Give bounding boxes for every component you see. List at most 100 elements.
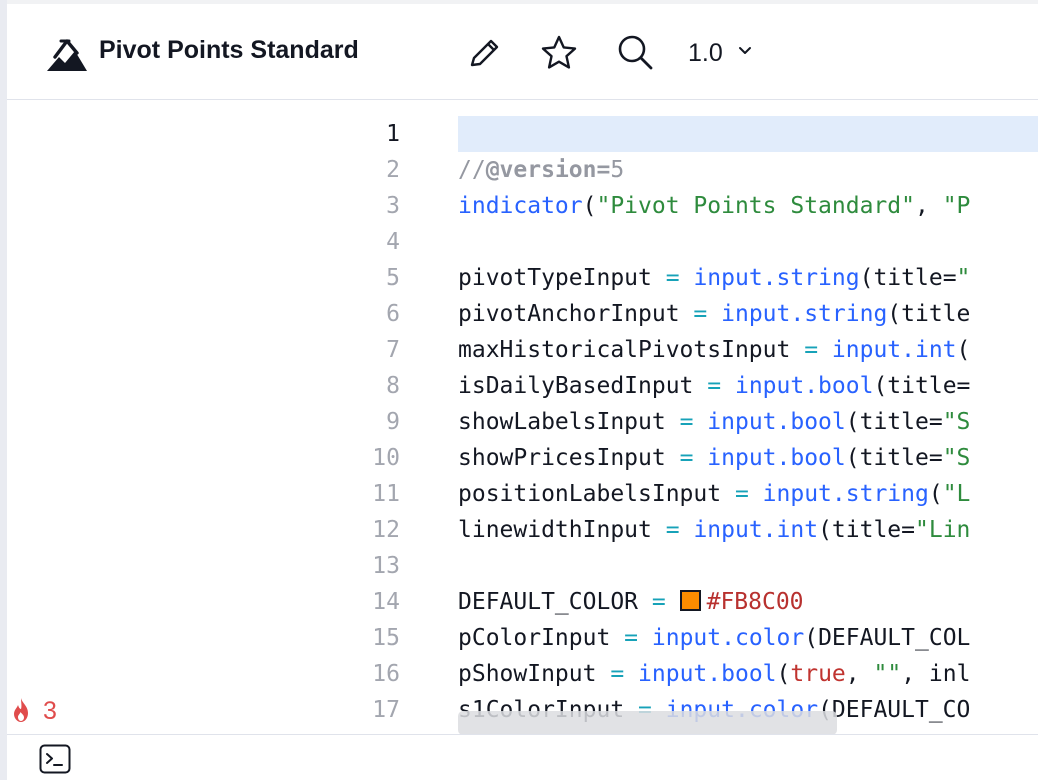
code-token: 5 <box>610 157 625 183</box>
code-token: input.int <box>831 337 957 363</box>
code-line: 4 <box>7 224 1038 260</box>
chevron-down-icon <box>738 47 751 55</box>
code-line: 1 <box>7 116 1038 152</box>
editor-header: Pivot Points Standard 1.0 <box>7 4 1038 100</box>
code-token: pivotTypeInput <box>458 265 666 291</box>
code-token: input.bool <box>734 373 874 399</box>
code-line: 7 maxHistoricalPivotsInput = input.int( <box>7 332 1038 368</box>
code-text[interactable]: pColorInput = input.color(DEFAULT_COL <box>458 620 970 656</box>
code-token: (title= <box>859 265 957 291</box>
version-selector[interactable]: 1.0 <box>688 39 752 68</box>
code-text[interactable]: linewidthInput = input.int(title="Lin <box>458 512 970 548</box>
color-swatch[interactable] <box>679 590 701 611</box>
code-token: = <box>610 661 625 687</box>
code-token: (title= <box>818 517 915 543</box>
fire-icon <box>14 697 28 722</box>
code-token: "S <box>942 445 971 471</box>
script-title: Pivot Points Standard <box>99 36 359 64</box>
line-number: 15 <box>372 625 400 651</box>
code-token: "P <box>942 193 971 219</box>
code-line: 12 linewidthInput = input.int(title="Lin <box>7 512 1038 548</box>
code-token: (title= <box>845 445 943 471</box>
code-token: input.bool <box>638 661 777 687</box>
line-number: 6 <box>386 301 400 327</box>
code-token: input.string <box>762 481 929 507</box>
code-token: showPricesInput <box>458 445 680 471</box>
code-token: indicator <box>458 193 583 219</box>
line-number: 12 <box>372 517 400 543</box>
code-token: showLabelsInput <box>458 409 680 435</box>
code-text[interactable]: //@version=5 <box>458 152 624 188</box>
code-token: pivotAnchorInput <box>458 301 694 327</box>
code-token: pShowInput <box>458 661 611 687</box>
code-line: 15 pColorInput = input.color(DEFAULT_COL <box>7 620 1038 656</box>
code-token: "Pivot Points Standard" <box>596 193 915 219</box>
code-line: 16 pShowInput = input.bool(true, "", inl <box>7 656 1038 692</box>
code-token: (title= <box>873 373 971 399</box>
code-token: "" <box>873 661 902 687</box>
code-token: @version= <box>485 157 611 183</box>
app-root: Pivot Points Standard 1.0 1 2 //@version… <box>0 0 1038 780</box>
line-number: 8 <box>386 373 400 399</box>
code-token: "L <box>942 481 971 507</box>
pencil-icon[interactable] <box>464 33 504 73</box>
code-token: = <box>679 445 694 471</box>
code-token: maxHistoricalPivotsInput <box>458 337 805 363</box>
code-line: 14 DEFAULT_COLOR = #FB8C00 <box>7 584 1038 620</box>
code-token: DEFAULT_COLOR <box>458 589 652 615</box>
terminal-icon[interactable] <box>39 744 71 774</box>
left-panel-edge <box>0 0 7 780</box>
code-token: = <box>665 265 680 291</box>
line-number: 14 <box>372 589 400 615</box>
code-token: pColorInput <box>458 625 625 651</box>
code-text[interactable]: DEFAULT_COLOR = #FB8C00 <box>458 584 804 620</box>
code-token: true <box>790 661 846 687</box>
code-text[interactable]: showLabelsInput = input.bool(title="S <box>458 404 970 440</box>
code-token: (DEFAULT_CO <box>818 697 971 723</box>
code-token: positionLabelsInput <box>458 481 735 507</box>
issues-indicator[interactable]: 3 <box>10 697 57 726</box>
code-token: , <box>845 661 874 687</box>
code-text[interactable]: isDailyBasedInput = input.bool(title= <box>458 368 970 404</box>
line-number: 11 <box>372 481 400 507</box>
code-token: , <box>914 193 943 219</box>
code-token: = <box>679 409 694 435</box>
code-text[interactable]: pivotTypeInput = input.string(title=" <box>458 260 970 296</box>
line-number: 17 <box>372 697 400 723</box>
code-token: ( <box>956 337 971 363</box>
code-token: = <box>624 625 639 651</box>
code-token: input.string <box>693 265 860 291</box>
code-text[interactable]: maxHistoricalPivotsInput = input.int( <box>458 332 970 368</box>
code-text[interactable]: showPricesInput = input.bool(title="S <box>458 440 970 476</box>
code-editor[interactable]: 1 2 //@version=5 3 indicator("Pivot Poin… <box>7 100 1038 734</box>
horizontal-scrollbar[interactable] <box>458 711 837 735</box>
code-token: " <box>956 265 971 291</box>
code-token: (title= <box>845 409 943 435</box>
code-line: 8 isDailyBasedInput = input.bool(title= <box>7 368 1038 404</box>
code-token: input.string <box>721 301 888 327</box>
line-number: 1 <box>386 121 400 147</box>
code-line: 11 positionLabelsInput = input.string("L <box>7 476 1038 512</box>
code-token: input.int <box>693 517 819 543</box>
code-token: = <box>651 589 666 615</box>
code-token: (DEFAULT_COL <box>804 625 971 651</box>
code-text[interactable]: pShowInput = input.bool(true, "", inl <box>458 656 970 692</box>
bottom-toolbar <box>7 734 1038 780</box>
line-number: 16 <box>372 661 400 687</box>
code-token: ( <box>776 661 791 687</box>
code-line: 13 <box>7 548 1038 584</box>
code-token: = <box>693 301 708 327</box>
code-line: 6 pivotAnchorInput = input.string(title <box>7 296 1038 332</box>
code-text[interactable]: indicator("Pivot Points Standard", "P <box>458 188 970 224</box>
code-token: "S <box>942 409 971 435</box>
code-line: 5 pivotTypeInput = input.string(title=" <box>7 260 1038 296</box>
star-icon[interactable] <box>539 33 579 73</box>
line-number: 3 <box>386 193 400 219</box>
code-token: = <box>707 373 722 399</box>
code-token: ( <box>582 193 597 219</box>
code-text[interactable]: pivotAnchorInput = input.string(title <box>458 296 970 332</box>
code-text[interactable]: positionLabelsInput = input.string("L <box>458 476 970 512</box>
code-line: 3 indicator("Pivot Points Standard", "P <box>7 188 1038 224</box>
search-icon[interactable] <box>615 33 655 73</box>
code-token: isDailyBasedInput <box>458 373 708 399</box>
